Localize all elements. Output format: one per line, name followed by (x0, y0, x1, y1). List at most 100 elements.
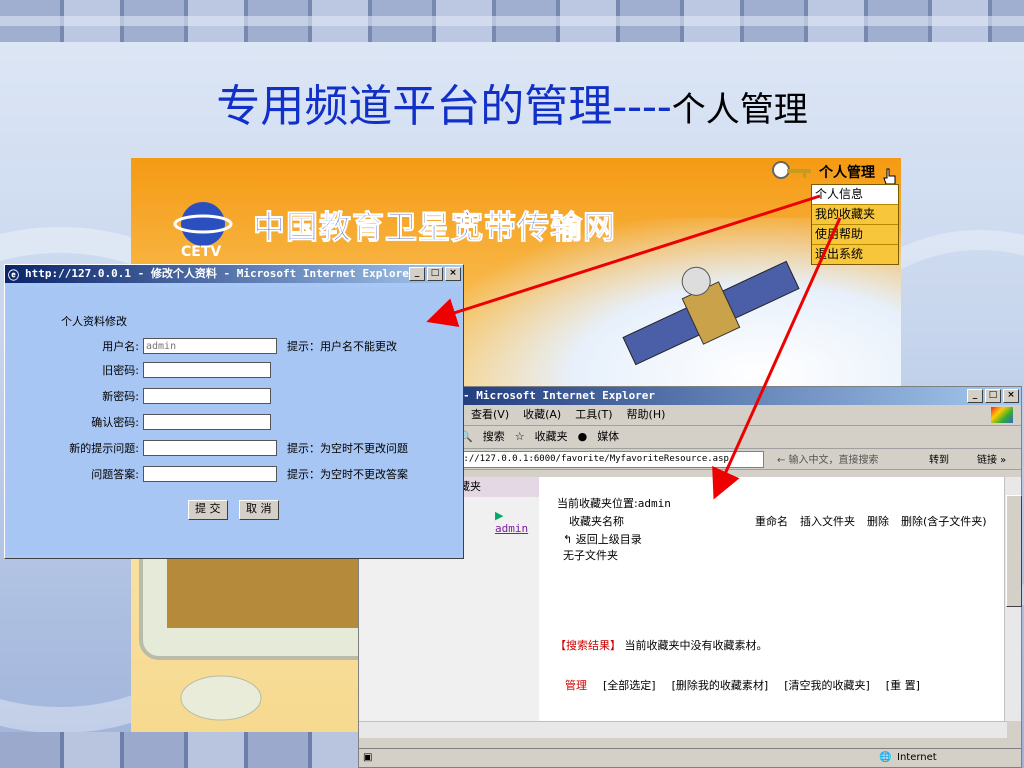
old-password-label: 旧密码: (102, 364, 139, 377)
action-insert-folder[interactable]: 插入文件夹 (800, 513, 855, 529)
scroll-thumb[interactable] (1006, 495, 1022, 607)
personal-management-menu[interactable]: 个人管理 (771, 158, 901, 185)
go-button[interactable]: 转到 (929, 451, 949, 469)
slide-top-border (0, 0, 1024, 42)
tree-node: ▶ admin (495, 509, 539, 535)
windows-logo-icon (991, 407, 1013, 423)
profile-window-titlebar: ⓔ http://127.0.0.1 - 修改个人资料 - Microsoft … (5, 265, 463, 283)
new-password-input[interactable] (143, 388, 271, 404)
globe-icon: 🌐 (879, 752, 892, 763)
search-result-text: 当前收藏夹中没有收藏素材。 (624, 639, 768, 652)
action-delete[interactable]: 删除 (867, 513, 889, 529)
delete-items-link[interactable]: [删除我的收藏素材] (672, 677, 769, 693)
search-hint[interactable]: ← 输入中文，直接搜索 (777, 451, 879, 469)
status-zone: Internet (897, 752, 937, 763)
action-delete-recursive[interactable]: 删除(含子文件夹) (901, 513, 987, 529)
profile-window: ⓔ http://127.0.0.1 - 修改个人资料 - Microsoft … (4, 264, 464, 559)
form-row-old-password: 旧密码: (7, 361, 461, 381)
menu-view[interactable]: 查看(V) (471, 405, 509, 425)
favorites-main-pane: 当前收藏夹位置:admin 收藏夹名称 重命名 插入文件夹 删除 删除(含子文件… (539, 477, 1007, 721)
triangle-icon: ▶ (495, 509, 504, 522)
maximize-button[interactable]: □ (427, 267, 443, 281)
menu-help[interactable]: 帮助(H) (627, 405, 666, 425)
minimize-button[interactable]: _ (967, 389, 983, 403)
window-controls: _ □ × (409, 267, 461, 281)
answer-input[interactable] (143, 466, 277, 482)
status-bar: ▣ 🌐 Internet (359, 748, 1021, 767)
menu-favorites[interactable]: 收藏(A) (523, 405, 561, 425)
username-label: 用户名: (102, 340, 139, 353)
horizontal-scrollbar[interactable] (359, 721, 1007, 738)
form-row-username: 用户名: 提示：用户名不能更改 (7, 337, 461, 357)
slide-bottom-border (0, 732, 360, 768)
form-row-confirm-password: 确认密码: (7, 413, 461, 433)
profile-window-title: http://127.0.0.1 - 修改个人资料 - Microsoft In… (25, 267, 416, 280)
username-input[interactable] (143, 338, 277, 354)
confirm-password-label: 确认密码: (91, 416, 139, 429)
toolbar-search[interactable]: 搜索 (483, 426, 505, 448)
location-value: admin (637, 497, 671, 510)
ie-icon: ⓔ (8, 269, 19, 282)
page-icon: ▣ (363, 752, 373, 763)
slide-title-main: 专用频道平台的管理---- (216, 81, 672, 132)
tree-user-link[interactable]: admin (495, 522, 528, 535)
menu-item-logout[interactable]: 退出系统 (812, 245, 898, 264)
menu-item-help[interactable]: 使用帮助 (812, 225, 898, 245)
close-button[interactable]: × (445, 267, 461, 281)
key-icon (772, 161, 811, 179)
folder-actions: 重命名 插入文件夹 删除 删除(含子文件夹) (755, 513, 987, 529)
close-button[interactable]: × (1003, 389, 1019, 403)
select-all-link[interactable]: [全部选定] (603, 677, 656, 693)
hint-question-tip: 提示：为空时不更改问题 (287, 442, 408, 455)
profile-form: 个人资料修改 用户名: 提示：用户名不能更改 旧密码: 新密码: 确认密码: 新… (7, 287, 461, 555)
logo-text: CETV (181, 244, 221, 258)
slide-title: 专用频道平台的管理----个人管理 (0, 70, 1024, 134)
toolbar-favorites[interactable]: 收藏夹 (535, 426, 568, 448)
back-folder-icon: ↰ (563, 533, 573, 546)
username-tip: 提示：用户名不能更改 (287, 340, 397, 353)
hint-question-label: 新的提示问题: (69, 442, 139, 455)
favorites-window-title: - Microsoft Internet Explorer (463, 389, 656, 402)
old-password-input[interactable] (143, 362, 271, 378)
clear-favorites-link[interactable]: [清空我的收藏夹] (784, 677, 870, 693)
back-link[interactable]: 返回上级目录 (576, 533, 642, 546)
confirm-password-input[interactable] (143, 414, 271, 430)
form-heading: 个人资料修改 (61, 315, 127, 328)
submit-button[interactable]: 提 交 (188, 500, 228, 520)
action-rename[interactable]: 重命名 (755, 513, 788, 529)
personal-menu-dropdown: 个人信息 我的收藏夹 使用帮助 退出系统 (811, 184, 899, 265)
back-row[interactable]: ↰ 返回上级目录 (563, 531, 642, 547)
minimize-button[interactable]: _ (409, 267, 425, 281)
star-icon: ☆ (514, 430, 525, 443)
satellite-image (622, 260, 800, 366)
answer-tip: 提示：为空时不更改答案 (287, 468, 408, 481)
menu-item-my-favorites[interactable]: 我的收藏夹 (812, 205, 898, 225)
bottom-actions: 管理 [全部选定] [删除我的收藏素材] [清空我的收藏夹] [重 置] (565, 677, 920, 693)
maximize-button[interactable]: □ (985, 389, 1001, 403)
answer-label: 问题答案: (91, 468, 139, 481)
col-folder-name: 收藏夹名称 (569, 515, 624, 528)
slide-title-sub: 个人管理 (671, 90, 808, 130)
hint-question-input[interactable] (143, 440, 277, 456)
media-icon: ● (577, 430, 588, 443)
address-input[interactable]: p://127.0.0.1:6000/favorite/MyfavoriteRe… (455, 451, 764, 468)
toolbar-media[interactable]: 媒体 (597, 426, 619, 448)
links-button[interactable]: 链接 » (977, 451, 1006, 469)
personal-management-label: 个人管理 (819, 165, 875, 181)
form-row-answer: 问题答案: 提示：为空时不更改答案 (7, 465, 461, 485)
new-password-label: 新密码: (102, 390, 139, 403)
manage-link[interactable]: 管理 (565, 677, 587, 693)
form-row-new-password: 新密码: (7, 387, 461, 407)
menu-item-personal-info[interactable]: 个人信息 (812, 185, 898, 205)
search-result-label: 【搜索结果】 (555, 639, 621, 652)
location-label: 当前收藏夹位置: (557, 497, 638, 510)
vertical-scrollbar[interactable] (1004, 477, 1022, 721)
search-result-row: 【搜索结果】 当前收藏夹中没有收藏素材。 (555, 637, 768, 653)
cetv-logo-icon: CETV (173, 202, 233, 258)
menu-tools[interactable]: 工具(T) (575, 405, 612, 425)
window-controls: _ □ × (967, 389, 1019, 403)
location-row: 当前收藏夹位置:admin (557, 495, 671, 511)
cancel-button[interactable]: 取 消 (239, 500, 279, 520)
reset-link[interactable]: [重 置] (886, 677, 920, 693)
form-row-hint-question: 新的提示问题: 提示：为空时不更改问题 (7, 439, 461, 459)
